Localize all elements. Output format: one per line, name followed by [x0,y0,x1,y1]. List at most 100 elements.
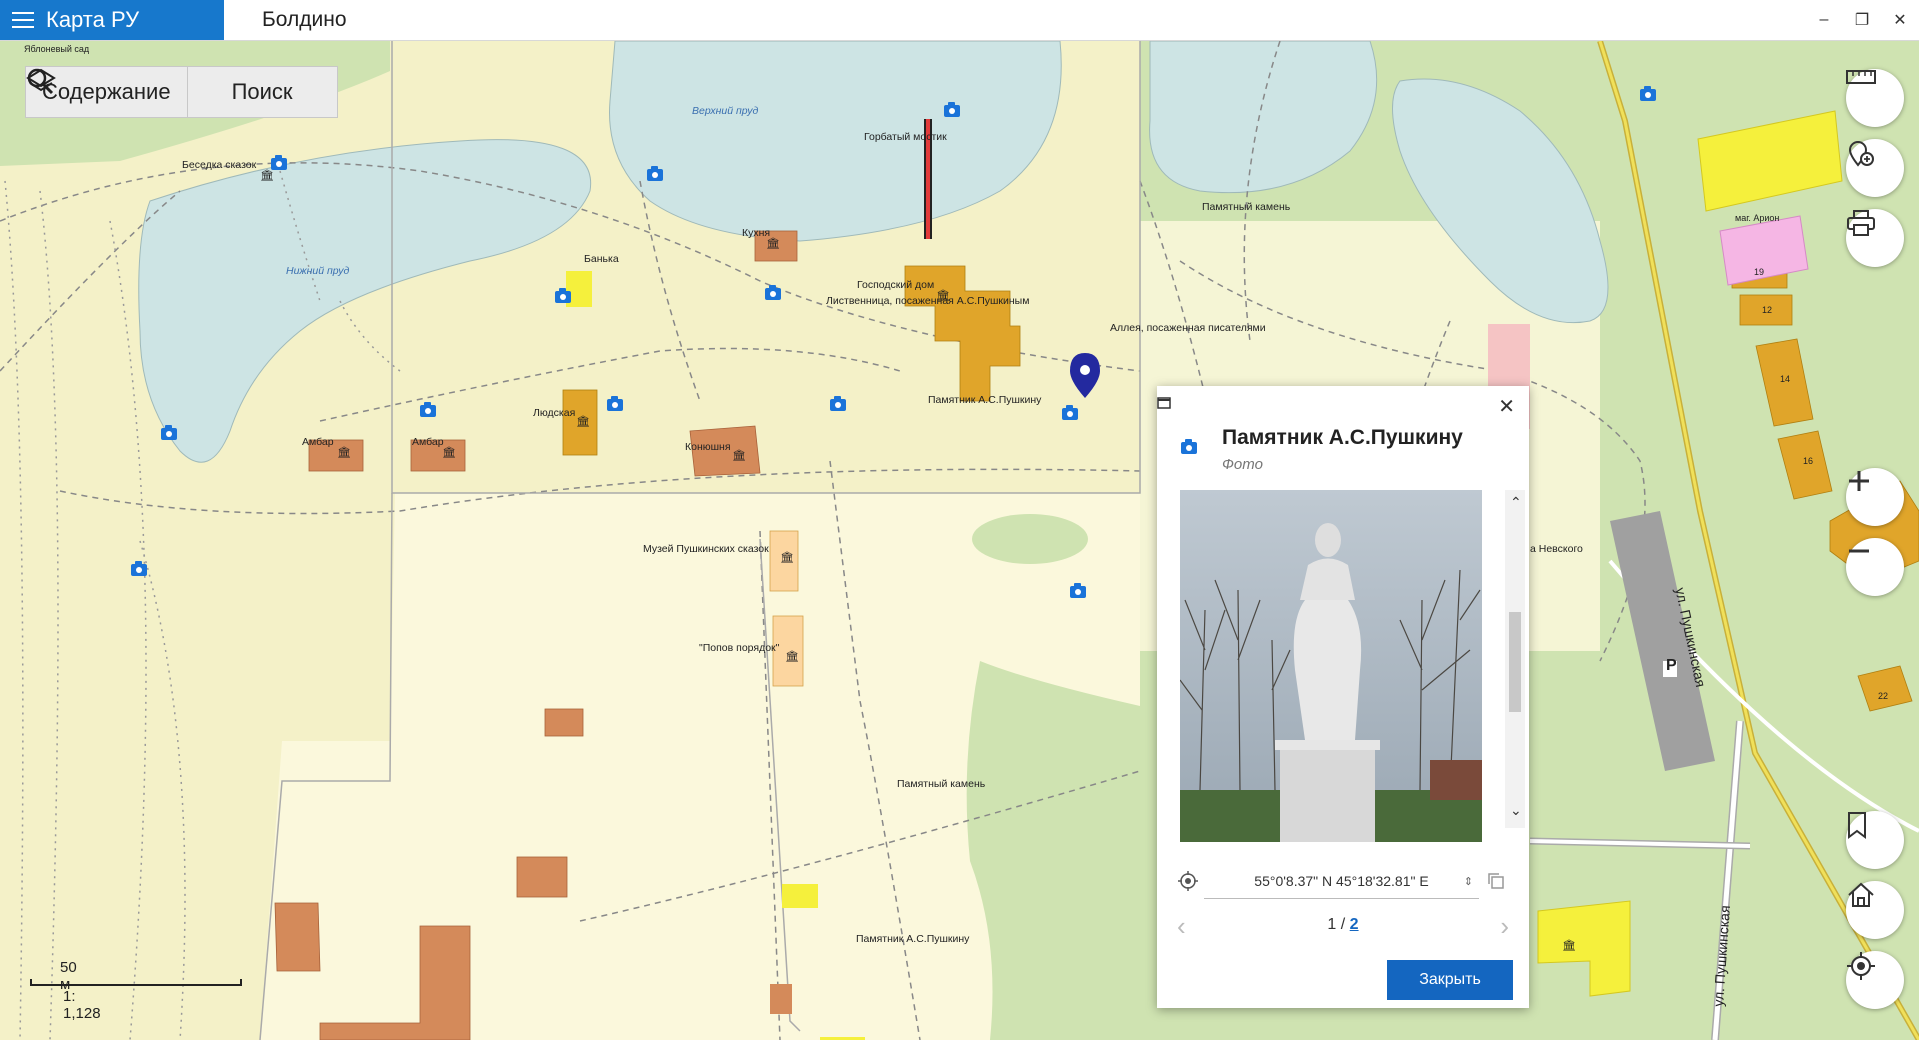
label-memorial-stone-top: Памятный камень [1202,201,1291,213]
camera-icon[interactable] [161,425,177,440]
camera-icon[interactable] [765,285,781,300]
zoom-in-button[interactable] [1846,468,1904,526]
label-servants: Людская [533,407,576,419]
label-apple-garden: Яблоневый сад [24,44,90,54]
feature-popup: ✕ Памятник А.С.Пушкину Фото ⌃ ⌄ 55°0'8.3… [1157,386,1529,1008]
museum-icon[interactable]: 🏛 [260,169,274,182]
app-name: Карта РУ [46,7,140,32]
close-window-icon[interactable]: ✕ [1881,0,1919,40]
window-controls: – ❐ ✕ [1805,0,1919,40]
label-priest-order: "Попов порядок" [699,642,780,654]
camera-icon[interactable] [944,102,960,117]
camera-icon[interactable] [271,155,287,170]
label-barn-2: Амбар [412,436,444,448]
search-button[interactable]: Поиск [27,67,337,117]
camera-icon[interactable] [647,166,663,181]
camera-icon[interactable] [131,561,147,576]
print-button[interactable] [1846,209,1904,267]
document-title: Болдино [262,8,347,31]
popup-close-icon[interactable]: ✕ [1498,394,1515,419]
label-shop-arion: маг. Арион [1735,213,1780,223]
label-house-19: 19 [1754,267,1765,277]
add-location-icon [1848,141,1874,167]
label-lower-pond: Нижний пруд [286,265,350,277]
measure-button[interactable] [1846,69,1904,127]
label-upper-pond: Верхний пруд [692,105,759,117]
page-separator: / [1336,916,1350,933]
museum-icon[interactable]: 🏛 [732,449,746,462]
popup-subtitle: Фото [1222,456,1263,473]
museum-icon[interactable]: 🏛 [936,289,950,302]
scroll-thumb[interactable] [1509,612,1521,712]
museum-icon[interactable]: 🏛 [337,446,351,459]
label-house-22: 22 [1878,691,1889,701]
label-barn-1: Амбар [302,436,334,448]
scroll-down-icon[interactable]: ⌄ [1510,802,1522,819]
printer-icon [1847,210,1875,236]
crosshair-icon [1847,952,1875,980]
home-icon [1848,882,1874,907]
museum-icon[interactable]: 🏛 [785,650,799,663]
camera-icon[interactable] [607,396,623,411]
camera-icon[interactable] [830,396,846,411]
bookmark-icon [1848,812,1866,839]
scale-ratio: 1: 1,128 [63,988,101,1022]
map-toolbar: Содержание Поиск [25,66,338,118]
museum-icon[interactable]: 🏛 [1562,939,1576,952]
museum-icon[interactable]: 🏛 [442,446,456,459]
scale-line [30,979,242,986]
camera-icon[interactable] [420,402,436,417]
label-manor-house: Господский дом [857,279,935,291]
label-stable: Конюшня [685,441,731,453]
monument-photo-image [1180,490,1482,842]
museum-icon[interactable]: 🏛 [766,237,780,250]
label-house-16: 16 [1803,456,1814,466]
popup-title: Памятник А.С.Пушкину [1222,426,1463,449]
label-humpbacked-bridge: Горбатый мостик [864,131,947,143]
scroll-up-icon[interactable]: ⌃ [1510,494,1522,511]
contents-label: Содержание [42,79,171,104]
coordinates-field[interactable]: 55°0'8.37" N 45°18'32.81" E ⇕ [1204,864,1479,899]
search-icon [27,68,54,95]
label-writers-alley: Аллея, посаженная писателями [1110,322,1266,334]
label-parking: P [1666,657,1677,674]
page-total-link[interactable]: 2 [1350,916,1359,933]
monument-photo[interactable] [1180,490,1482,842]
copy-icon[interactable] [1487,872,1505,890]
pager: 1 / 2 [1157,916,1529,934]
my-location-button[interactable] [1846,951,1904,1009]
label-nevsky: а Невского [1530,543,1583,555]
camera-icon[interactable] [1640,86,1656,101]
plus-icon [1849,471,1869,491]
minimize-icon[interactable]: – [1805,0,1843,40]
camera-icon[interactable] [555,288,571,303]
maximize-icon[interactable] [1157,396,1171,410]
label-larch: Лиственница, посаженная А.С.Пушкиным [826,295,1030,307]
title-bar: Карта РУ Болдино – ❐ ✕ [0,0,1919,41]
popup-close-button[interactable]: Закрыть [1387,960,1513,1000]
bookmark-button[interactable] [1846,811,1904,869]
popup-scrollbar[interactable]: ⌃ ⌄ [1505,490,1525,828]
label-fairy-museum: Музей Пушкинских сказок [643,543,769,555]
location-target-icon[interactable] [1177,870,1199,892]
coordinates-value: 55°0'8.37" N 45°18'32.81" E [1254,873,1429,889]
home-button[interactable] [1846,881,1904,939]
label-banka: Банька [584,253,619,265]
camera-icon[interactable] [1062,405,1078,420]
map-graphics [0,41,1919,1040]
map-canvas[interactable]: Яблоневый сад Верхний пруд Нижний пруд Г… [0,41,1919,1040]
label-house-12: 12 [1762,305,1773,315]
museum-icon[interactable]: 🏛 [576,415,590,428]
museum-icon[interactable]: 🏛 [780,551,794,564]
zoom-out-button[interactable] [1846,538,1904,596]
add-place-button[interactable] [1846,139,1904,197]
restore-icon[interactable]: ❐ [1843,0,1881,40]
coordinate-format-toggle-icon[interactable]: ⇕ [1464,875,1473,888]
ruler-icon [1846,70,1876,84]
camera-icon [1181,439,1197,454]
app-tab[interactable]: Карта РУ [0,0,224,40]
label-pushkin-monument-bottom: Памятник А.С.Пушкину [856,933,970,945]
next-page-icon[interactable]: › [1500,911,1509,942]
hamburger-menu-icon[interactable] [12,12,34,28]
camera-icon[interactable] [1070,583,1086,598]
